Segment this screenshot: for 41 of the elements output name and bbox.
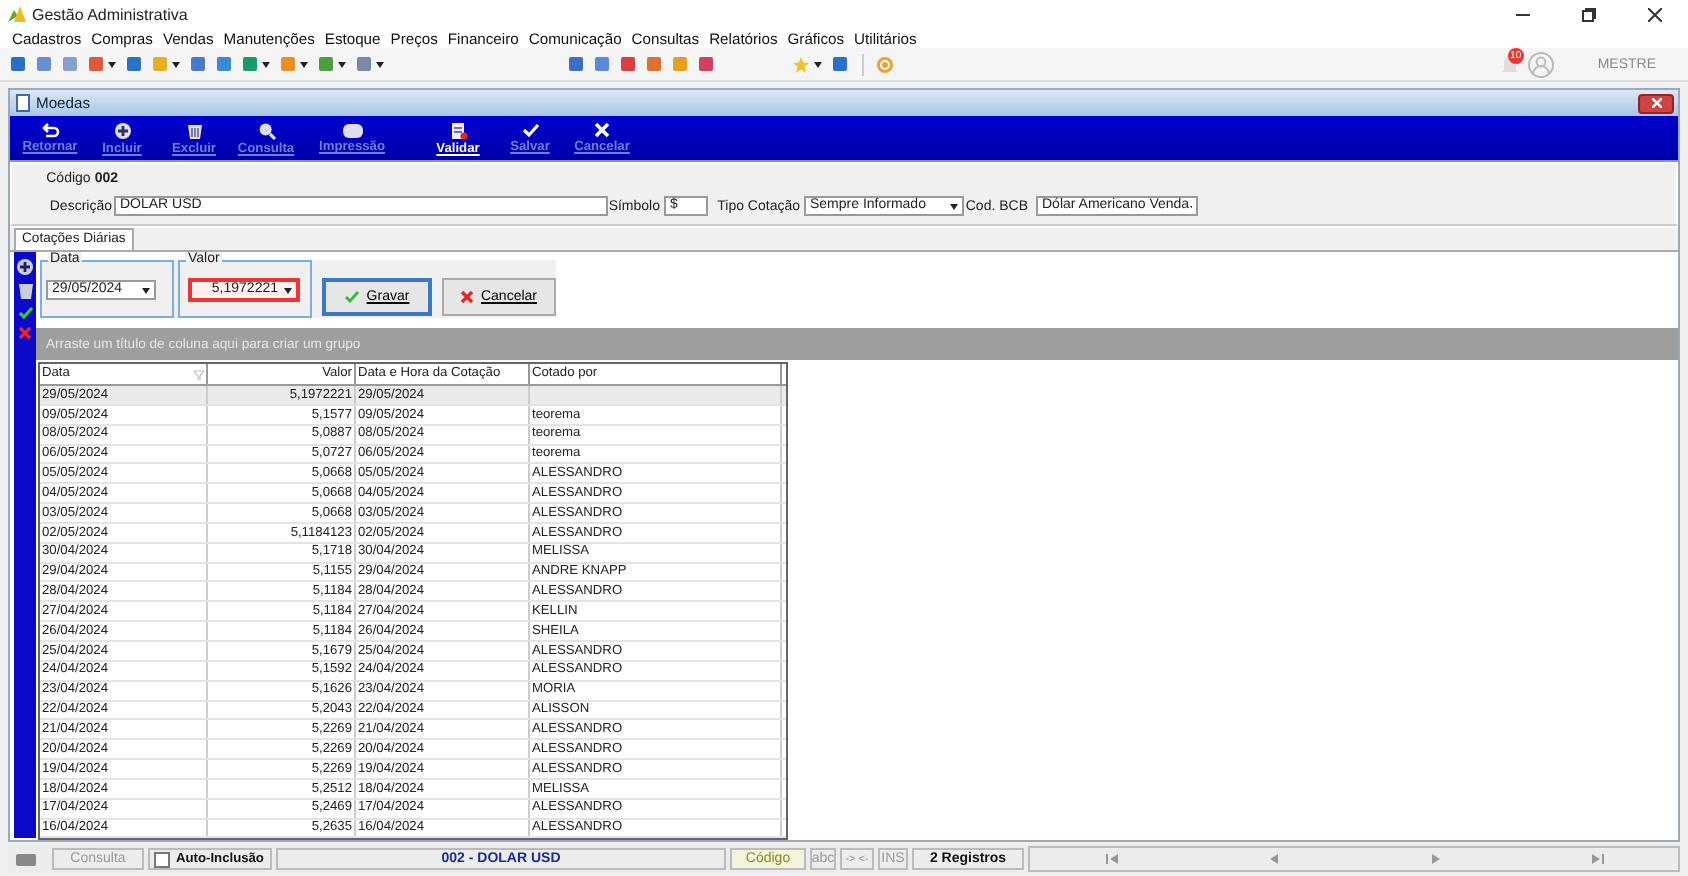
return-arrow-icon [41, 122, 59, 138]
close-button[interactable] [1638, 93, 1674, 113]
toolbar-square-icon[interactable] [698, 56, 714, 72]
window-title: Gestão Administrativa [32, 5, 188, 23]
toolbar-square-icon[interactable] [646, 56, 662, 72]
star-icon[interactable] [792, 55, 810, 73]
document-icon [16, 94, 32, 112]
clipboard-icon [449, 121, 467, 139]
toolbar-square-icon[interactable] [216, 56, 232, 72]
power-icon[interactable] [876, 55, 894, 73]
close-icon [1651, 98, 1661, 108]
toolbar-square-icon[interactable] [190, 56, 206, 72]
x-icon [594, 122, 610, 138]
toolbar-square-icon[interactable] [620, 56, 636, 72]
magnifier-icon [257, 121, 275, 139]
toolbar-square-icon[interactable] [10, 56, 26, 72]
next-record-icon[interactable] [1429, 854, 1441, 864]
toolbar-square-icon[interactable] [568, 56, 584, 72]
toolbar-square-icon[interactable] [832, 56, 848, 72]
previous-record-icon[interactable] [1267, 854, 1279, 864]
printer-icon [341, 122, 363, 138]
toolbar-square-icon[interactable] [126, 56, 142, 72]
restore-icon[interactable] [1582, 7, 1596, 21]
checkmark-icon [344, 290, 361, 304]
toolbar-square-icon[interactable] [594, 56, 610, 72]
last-record-icon[interactable] [1591, 854, 1603, 864]
first-record-icon[interactable] [1105, 854, 1117, 864]
keyboard-icon [16, 853, 36, 865]
x-icon [460, 290, 475, 304]
minimize-icon[interactable] [1516, 13, 1530, 15]
close-icon[interactable] [1648, 7, 1662, 21]
toolbar-square-icon[interactable] [62, 56, 78, 72]
checkmark-icon[interactable] [17, 306, 33, 320]
checkmark-icon [521, 122, 539, 138]
trash-icon [185, 121, 203, 139]
app-logo-icon [8, 6, 26, 22]
plus-circle-icon[interactable] [16, 258, 34, 276]
trash-icon[interactable] [17, 282, 33, 300]
x-icon[interactable] [18, 326, 32, 340]
plus-circle-icon [113, 121, 131, 139]
toolbar-square-icon[interactable] [36, 56, 52, 72]
